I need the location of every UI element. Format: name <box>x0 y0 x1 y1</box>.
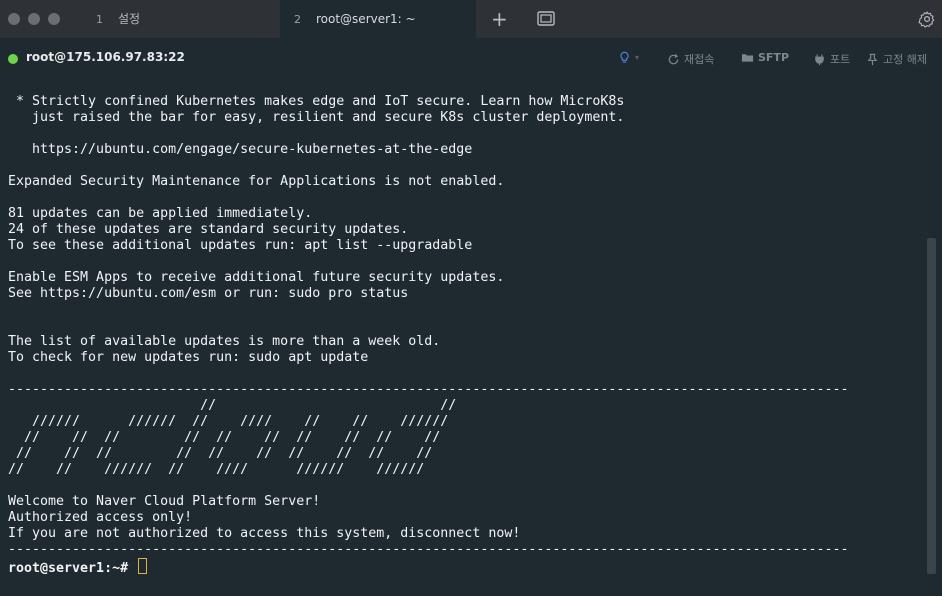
shell-prompt: root@server1:~# <box>8 561 129 576</box>
window-list-icon[interactable] <box>537 11 555 26</box>
connection-bar: root@175.106.97.83:22 ▾ 재접속 SFTP 포트 고정 해… <box>0 38 942 78</box>
lightbulb-icon <box>620 51 629 63</box>
reconnect-button[interactable]: 재접속 <box>667 51 714 67</box>
window-close-button[interactable] <box>8 13 20 25</box>
tab-index: 1 <box>96 13 103 26</box>
terminal-prompt-line[interactable]: root@server1:~# <box>8 558 148 577</box>
window-maximize-button[interactable] <box>48 13 60 25</box>
unpin-label: 고정 해제 <box>883 53 927 66</box>
pin-icon <box>867 53 878 65</box>
gear-icon[interactable] <box>918 10 936 28</box>
connection-status-indicator <box>8 54 18 64</box>
unpin-button[interactable]: 고정 해제 <box>866 51 927 67</box>
port-label: 포트 <box>830 53 851 66</box>
lightbulb-menu[interactable]: ▾ <box>618 51 639 64</box>
tab-index: 2 <box>294 13 301 26</box>
sftp-label: SFTP <box>758 51 790 64</box>
folder-icon <box>741 54 754 62</box>
terminal-output[interactable]: * Strictly confined Kubernetes makes edg… <box>8 94 923 584</box>
tab-settings[interactable]: 1 설정 <box>86 0 276 38</box>
chevron-down-icon: ▾ <box>635 53 640 62</box>
tab-label: 설정 <box>118 12 141 26</box>
port-forward-button[interactable]: 포트 <box>813 51 850 67</box>
refresh-icon <box>668 53 679 64</box>
tab-label: root@server1: ~ <box>316 12 416 26</box>
terminal-cursor <box>138 558 148 574</box>
reconnect-label: 재접속 <box>684 53 715 66</box>
tab-terminal-server1[interactable]: 2 root@server1: ~ <box>280 0 476 38</box>
new-tab-button[interactable]: + <box>491 8 508 30</box>
sftp-button[interactable]: SFTP <box>741 51 789 64</box>
connection-host: root@175.106.97.83:22 <box>26 50 185 64</box>
terminal-scrollbar-thumb[interactable] <box>927 238 936 574</box>
window-minimize-button[interactable] <box>28 13 40 25</box>
title-bar: 1 설정 2 root@server1: ~ + <box>0 0 942 38</box>
plug-icon <box>815 53 824 65</box>
